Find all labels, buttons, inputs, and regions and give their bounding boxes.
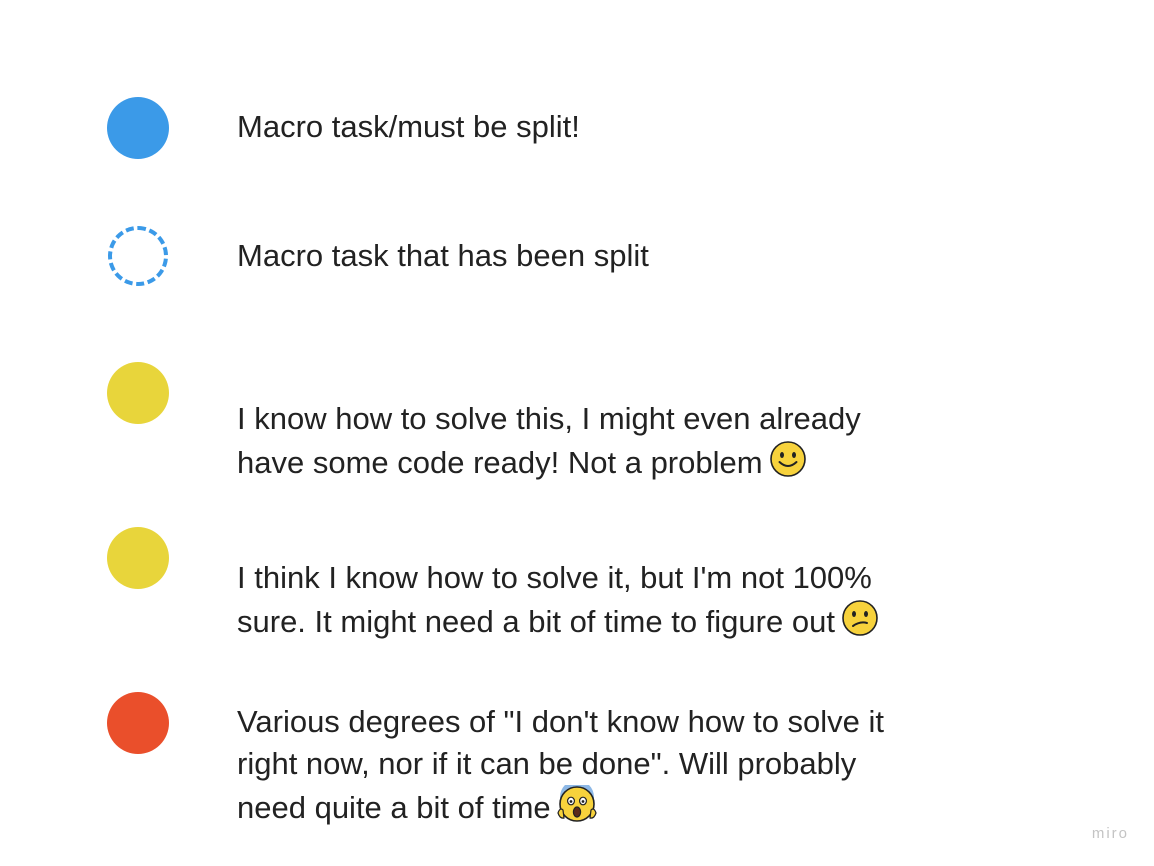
legend-label-wrap: I know how to solve this, I might even a… — [237, 356, 997, 489]
confused-face-icon — [841, 599, 879, 648]
dashed-blue-circle-icon — [108, 226, 168, 286]
yellow-circle-icon — [107, 527, 169, 589]
legend-label: Macro task/must be split! — [237, 109, 580, 144]
legend-label: Macro task that has been split — [237, 238, 649, 273]
screaming-face-icon — [557, 780, 597, 834]
yellow-circle-icon — [107, 362, 169, 424]
blue-circle-icon — [107, 97, 169, 159]
red-circle-icon — [107, 692, 169, 754]
slightly-smiling-face-icon — [769, 440, 807, 489]
legend-label: I think I know how to solve it, but I'm … — [237, 560, 872, 639]
legend-label: I know how to solve this, I might even a… — [237, 401, 861, 480]
miro-watermark: miro — [1091, 825, 1129, 842]
legend-label-wrap: Various degrees of "I don't know how to … — [237, 659, 997, 834]
legend-label-wrap: I think I know how to solve it, but I'm … — [237, 515, 997, 648]
